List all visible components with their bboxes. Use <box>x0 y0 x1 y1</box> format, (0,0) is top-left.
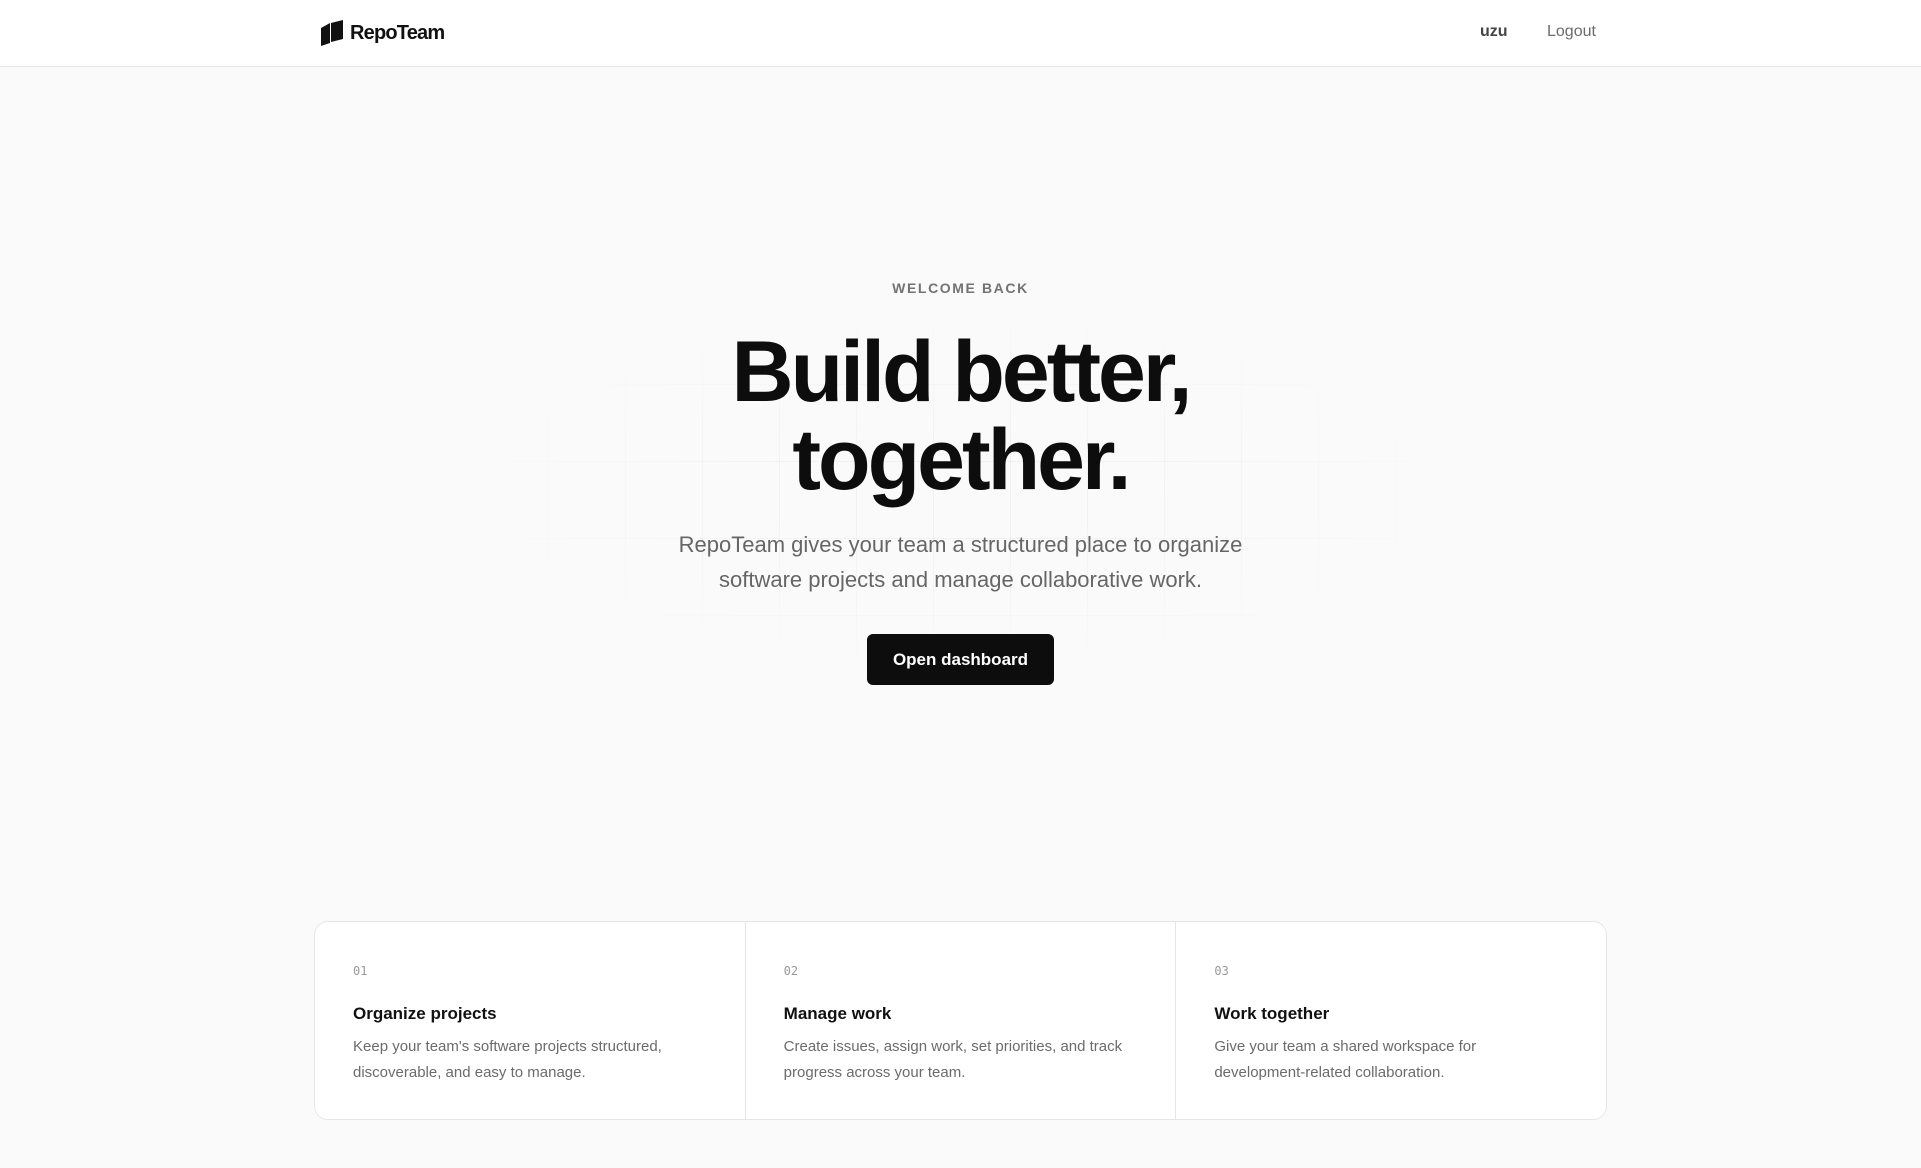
feature-card-organize-projects: 01 Organize projects Keep your team's so… <box>315 922 746 1119</box>
feature-title: Work together <box>1214 1004 1330 1023</box>
feature-description: Give your team a shared workspace for de… <box>1214 1038 1477 1081</box>
feature-description: Create issues, assign work, set prioriti… <box>783 1038 1123 1081</box>
hero-headline-line-1: Build better, <box>731 324 1193 420</box>
user-menu-link[interactable]: uzu <box>1480 23 1508 41</box>
hero-eyebrow: WELCOME BACK <box>892 280 1029 296</box>
open-dashboard-button[interactable]: Open dashboard <box>867 634 1054 685</box>
hero-headline: Build better, together. <box>0 328 1921 504</box>
features-panel: 01 Organize projects Keep your team's so… <box>314 921 1607 1120</box>
brand-name: RepoTeam <box>350 21 445 44</box>
feature-number: 02 <box>783 964 799 978</box>
feature-description: Keep your team's software projects struc… <box>353 1038 662 1081</box>
repoteam-logo-icon <box>321 20 343 46</box>
hero-headline-line-2: together. <box>792 412 1131 508</box>
feature-card-work-together: 03 Work together Give your team a shared… <box>1176 922 1606 1119</box>
feature-card-manage-work: 02 Manage work Create issues, assign wor… <box>746 922 1177 1119</box>
feature-title: Manage work <box>783 1004 892 1023</box>
brand-logo-link[interactable]: RepoTeam <box>318 19 445 47</box>
logout-link[interactable]: Logout <box>1547 23 1596 41</box>
hero-subtext: RepoTeam gives your team a structured pl… <box>678 532 1243 592</box>
feature-number: 03 <box>1214 964 1229 978</box>
feature-title: Organize projects <box>353 1004 497 1023</box>
top-navbar: RepoTeam uzu Logout <box>0 0 1921 67</box>
feature-number: 01 <box>353 964 368 978</box>
